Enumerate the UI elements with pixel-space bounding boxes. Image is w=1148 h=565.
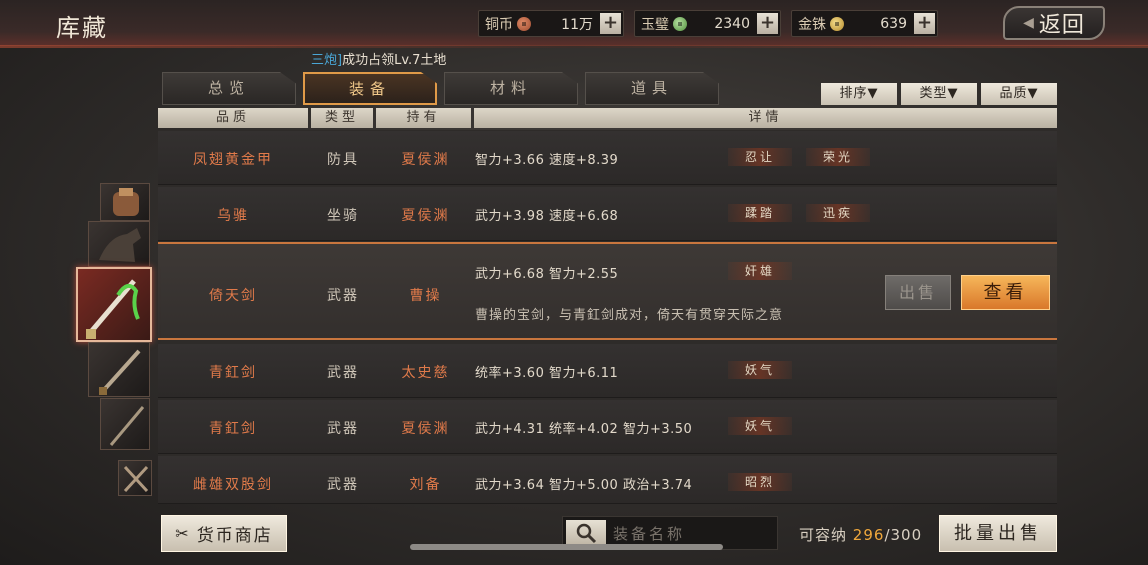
item-owner: 曹操 (409, 288, 442, 304)
currency-copper: 铜币 11万 + (478, 10, 624, 37)
currency-gold: 金铢 639 + (791, 10, 938, 37)
armor-thumbnail[interactable] (100, 183, 150, 221)
sell-button[interactable]: 出售 (885, 275, 951, 310)
quality-dropdown[interactable]: 品质▼ (981, 83, 1057, 105)
twin-swords-thumbnail[interactable] (118, 460, 152, 496)
skill-tag: 妖气 (728, 417, 792, 435)
sword-icon (109, 406, 145, 446)
capacity-total: /300 (884, 526, 923, 544)
horse-thumbnail[interactable] (88, 221, 150, 267)
item-type: 武器 (327, 288, 359, 304)
table-row-selected[interactable]: 倚天剑 武器 曹操 武力+6.68 智力+2.55 奸雄 曹操的宝剑，与青釭剑成… (158, 242, 1057, 340)
skill-tag: 蹂踏 (728, 204, 792, 222)
search-input[interactable] (613, 523, 773, 545)
item-name: 倚天剑 (209, 288, 257, 304)
item-type: 武器 (327, 365, 359, 381)
sort-dropdown[interactable]: 排序▼ (821, 83, 897, 105)
add-gold-button[interactable]: + (914, 13, 935, 34)
currency-jade: 玉璧 2340 + (634, 10, 781, 37)
search-icon (576, 523, 597, 544)
currency-value: 11万 (561, 16, 593, 33)
currency-name: 玉璧 (641, 16, 669, 33)
add-copper-button[interactable]: + (600, 13, 621, 34)
table-row[interactable]: 青釭剑 武器 太史慈 统率+3.60 智力+6.11 妖气 (158, 344, 1057, 398)
skill-tag: 迅疾 (806, 204, 870, 222)
notice-highlight: 三炮] (311, 53, 343, 68)
currency-name: 铜币 (485, 16, 513, 33)
currency-shop-label: 货币商店 (196, 526, 273, 546)
item-type: 坐骑 (327, 208, 359, 224)
tab-items[interactable]: 道具 (585, 72, 719, 105)
column-header-type[interactable]: 类型 (311, 108, 373, 128)
item-attributes: 武力+3.98 速度+6.68 (475, 209, 619, 224)
currency-value: 639 (880, 15, 907, 32)
gold-coin-icon (830, 16, 844, 31)
tab-overview[interactable]: 总览 (162, 72, 296, 105)
batch-sell-button[interactable]: 批量出售 (939, 515, 1057, 552)
item-owner: 夏侯渊 (401, 152, 450, 168)
notice-message: 三炮]成功占领Lv.7土地 (311, 49, 446, 68)
item-attributes: 统率+3.60 智力+6.11 (475, 366, 619, 381)
top-bar: 库藏 铜币 11万 + 玉璧 2340 + 金铢 639 + ◀ 返回 (0, 0, 1148, 48)
horizontal-scrollbar[interactable] (410, 544, 723, 550)
item-attributes: 武力+3.64 智力+5.00 政治+3.74 (475, 478, 693, 493)
item-name: 雌雄双股剑 (193, 477, 273, 493)
page-title: 库藏 (56, 14, 108, 42)
currency-shop-button[interactable]: ✂ 货币商店 (161, 515, 287, 552)
armor-icon (113, 188, 139, 216)
item-name: 凤翅黄金甲 (193, 152, 273, 168)
table-row[interactable]: 青釭剑 武器 夏侯渊 武力+4.31 统率+4.02 智力+3.50 妖气 (158, 400, 1057, 454)
table-row[interactable]: 雌雄双股剑 武器 刘备 武力+3.64 智力+5.00 政治+3.74 昭烈 (158, 456, 1057, 504)
item-description: 曹操的宝剑，与青釭剑成对，倚天有贯穿天际之意 (475, 308, 784, 323)
notice-text: 成功占领Lv.7土地 (342, 53, 447, 68)
sword-icon (86, 279, 140, 339)
item-attributes: 武力+6.68 智力+2.55 (475, 267, 619, 282)
item-attributes: 智力+3.66 速度+8.39 (475, 153, 619, 168)
column-header-quality[interactable]: 品质 (158, 108, 308, 128)
skill-tag: 荣光 (806, 148, 870, 166)
view-button[interactable]: 查看 (961, 275, 1050, 310)
sword-thumbnail-selected[interactable] (76, 267, 152, 342)
currency-value: 2340 (714, 15, 750, 32)
jade-coin-icon (673, 16, 687, 31)
capacity-used: 296 (852, 526, 885, 544)
column-header-owner[interactable]: 持有 (376, 108, 471, 128)
currency-name: 金铢 (798, 16, 826, 33)
chevron-left-icon: ◀ (1023, 15, 1035, 31)
sword-icon (99, 349, 141, 395)
capacity-indicator: 可容纳 296/300 (799, 524, 922, 545)
item-name: 青釭剑 (209, 365, 257, 381)
search-icon-button[interactable] (566, 520, 606, 546)
copper-coin-icon (517, 16, 531, 31)
column-header-details: 详情 (474, 108, 1057, 128)
skill-tag: 奸雄 (728, 262, 792, 280)
skill-tag: 昭烈 (728, 473, 792, 491)
horse-icon (99, 228, 141, 262)
item-name: 乌骓 (217, 208, 249, 224)
tab-materials[interactable]: 材料 (444, 72, 578, 105)
item-type: 武器 (327, 421, 359, 437)
sword-thumbnail[interactable] (100, 398, 150, 450)
table-row[interactable]: 凤翅黄金甲 防具 夏侯渊 智力+3.66 速度+8.39 忍让 荣光 (158, 131, 1057, 185)
item-owner: 夏侯渊 (401, 208, 450, 224)
type-dropdown[interactable]: 类型▼ (901, 83, 977, 105)
item-owner: 太史慈 (401, 365, 450, 381)
skill-tag: 妖气 (728, 361, 792, 379)
item-type: 防具 (327, 152, 359, 168)
item-type: 武器 (327, 477, 359, 493)
shop-icon: ✂ (175, 524, 191, 543)
item-owner: 刘备 (409, 477, 442, 493)
sword-thumbnail[interactable] (88, 342, 150, 397)
table-row[interactable]: 乌骓 坐骑 夏侯渊 武力+3.98 速度+6.68 蹂踏 迅疾 (158, 187, 1057, 241)
skill-tag: 忍让 (728, 148, 792, 166)
item-attributes: 武力+4.31 统率+4.02 智力+3.50 (475, 422, 693, 437)
tab-equipment[interactable]: 装备 (303, 72, 437, 105)
twin-swords-icon (123, 465, 149, 493)
back-button[interactable]: ◀ 返回 (1003, 6, 1105, 40)
item-owner: 夏侯渊 (401, 421, 450, 437)
back-label: 返回 (1038, 13, 1085, 38)
capacity-label: 可容纳 (799, 526, 848, 544)
item-name: 青釭剑 (209, 421, 257, 437)
add-jade-button[interactable]: + (757, 13, 778, 34)
